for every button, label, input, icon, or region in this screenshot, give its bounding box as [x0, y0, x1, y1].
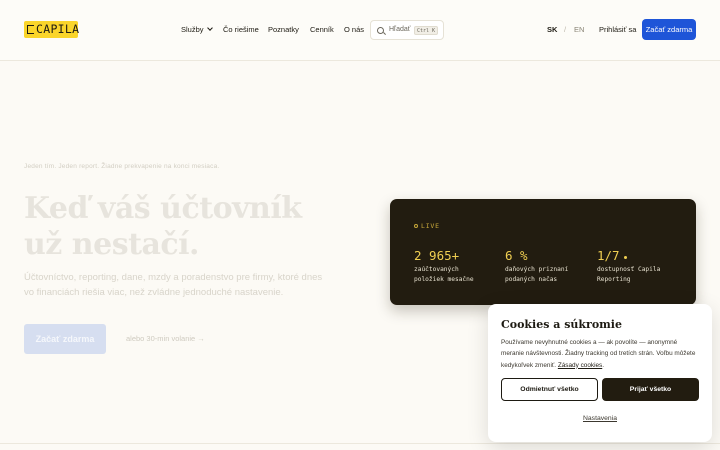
hero-eyebrow: Jeden tím. Jeden report. Žiadne prekvape… — [24, 163, 220, 170]
chevron-down-icon — [206, 25, 213, 31]
site-header: CAPILA Služby Čo riešime Poznatky Cenník… — [0, 0, 720, 61]
stat-label-line: podaných načas — [505, 275, 558, 283]
lang-sk[interactable]: SK — [547, 25, 557, 35]
reject-all-button[interactable]: Odmietnuť všetko — [501, 378, 598, 401]
stat-label-line: daňových priznaní — [505, 266, 569, 273]
logo-mark-icon — [27, 25, 34, 34]
stat-item: 6 % daňových priznaní podaných načas — [505, 248, 590, 284]
live-badge-label: LIVE — [421, 222, 440, 230]
stat-value: 2 965+ — [414, 248, 460, 263]
nav-item-insights[interactable]: Poznatky — [268, 25, 299, 35]
stat-label: zaúčtovaných položiek mesačne — [414, 265, 499, 284]
hero-title-line-1: Keď váš účtovník — [24, 191, 302, 226]
hero-title-line-2: už nestačí. — [24, 227, 199, 262]
search-shortcut-badge: Ctrl K — [414, 26, 439, 35]
cookie-dialog-title: Cookies a súkromie — [501, 318, 622, 331]
lang-en[interactable]: EN — [574, 25, 584, 35]
login-link[interactable]: Prihlásiť sa — [599, 25, 636, 35]
stat-item: 1/7 dostupnosť Capila Reporting — [597, 248, 682, 284]
hero-start-free-button[interactable]: Začať zdarma — [24, 324, 106, 354]
status-dot-icon — [623, 256, 627, 259]
logo[interactable]: CAPILA — [24, 21, 80, 38]
stat-item: 2 965+ zaúčtovaných položiek mesačne — [414, 248, 499, 284]
search-button[interactable]: Hľadať Ctrl K — [370, 20, 444, 40]
search-icon — [377, 27, 384, 34]
cookie-consent-dialog: Cookies a súkromie Používame nevyhnutné … — [488, 304, 712, 442]
live-stats-card: LIVE 2 965+ zaúčtovaných položiek mesačn… — [390, 199, 696, 305]
stat-label-line: zaúčtovaných — [414, 266, 459, 273]
nav-item-what-we-solve[interactable]: Čo riešime — [223, 25, 259, 35]
live-badge: LIVE — [414, 222, 440, 231]
nav-item-label: Služby — [181, 25, 204, 34]
stat-label: dostupnosť Capila Reporting — [597, 265, 682, 284]
cookie-policy-link[interactable]: Zásady cookies — [558, 362, 602, 369]
logo-text: CAPILA — [36, 22, 80, 36]
hero-lead: Účtovníctvo, reporting, dane, mzdy a por… — [24, 272, 323, 298]
hero-title: Keď váš účtovník už nestačí. — [24, 191, 302, 263]
nav-item-services[interactable]: Služby — [181, 25, 213, 35]
stat-label-line: Reporting — [597, 275, 631, 283]
hero-call-link[interactable]: alebo 30-min volanie → — [126, 334, 205, 344]
cookie-settings-link[interactable]: Nastavenia — [488, 414, 712, 424]
search-label: Hľadať — [389, 26, 411, 33]
cookie-dialog-text: Používame nevyhnutné cookies a — ak povo… — [501, 339, 696, 369]
nav-item-about[interactable]: O nás — [344, 25, 364, 35]
stat-value: 1/7 — [597, 248, 682, 263]
stat-label: daňových priznaní podaných načas — [505, 265, 590, 284]
accept-all-button[interactable]: Prijať všetko — [602, 378, 699, 401]
start-free-button[interactable]: Začať zdarma — [642, 19, 696, 40]
section-divider — [0, 443, 720, 444]
nav-item-pricing[interactable]: Cenník — [310, 25, 334, 35]
stat-value: 6 % — [505, 248, 528, 263]
stat-label-line: dostupnosť Capila — [597, 266, 661, 273]
cookie-policy-link-label: Zásady cookies — [557, 361, 603, 369]
lang-separator: / — [564, 25, 567, 34]
stat-value-text: 1/7 — [597, 248, 620, 263]
live-dot-icon — [414, 224, 418, 228]
stat-label-line: položiek mesačne — [414, 275, 474, 283]
